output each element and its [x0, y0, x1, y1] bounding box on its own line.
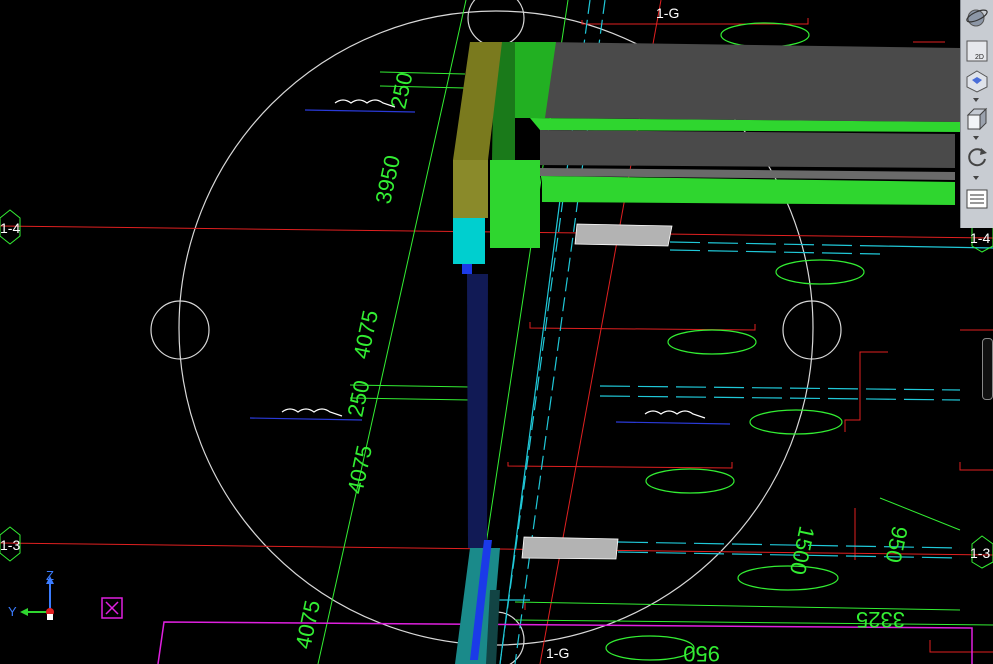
- plate-lower[interactable]: [521, 536, 619, 560]
- dim-3950: 3950: [370, 153, 405, 206]
- ucs-z-label: Z: [46, 568, 54, 583]
- box-view-button[interactable]: [964, 106, 990, 132]
- properties-button[interactable]: [964, 186, 990, 212]
- grid-bubble-1-3-right[interactable]: 1-3: [970, 535, 993, 569]
- selection-marker[interactable]: [101, 597, 123, 619]
- dim-950-bottom: 950: [683, 641, 720, 664]
- dim-950-right: 950: [880, 524, 912, 565]
- box-view-icon: [966, 107, 988, 131]
- column-bottom[interactable]: [455, 540, 500, 664]
- dim-4075-bottom: 4075: [290, 598, 325, 651]
- grid-bubble-1-4-left[interactable]: 1-4: [0, 209, 21, 245]
- svg-text:1-4: 1-4: [0, 220, 20, 236]
- view-cube-button[interactable]: [964, 68, 990, 94]
- navigation-bar: 2D: [960, 0, 993, 228]
- grid-bubble-1-3-left[interactable]: 1-3: [0, 526, 21, 562]
- svg-text:1-3: 1-3: [0, 537, 20, 553]
- svg-text:1-4: 1-4: [970, 230, 990, 246]
- rotate-button[interactable]: [964, 144, 990, 170]
- grid-label-1-g-top[interactable]: 1-G: [656, 5, 679, 21]
- steering-top-node[interactable]: [467, 0, 525, 47]
- dim-4075-mid: 4075: [348, 308, 383, 361]
- ucs-y-label: Y: [8, 604, 17, 619]
- view-cube-icon: [966, 70, 988, 93]
- dim-1500: 1500: [785, 524, 820, 577]
- rotate-icon: [968, 148, 987, 167]
- orbit-button[interactable]: [964, 4, 990, 30]
- dim-3325: 3325: [856, 607, 905, 632]
- orbit-icon: [966, 9, 988, 27]
- model-viewport[interactable]: 1-4 1-4 1-3 1-3 1-G 1-G 250 3950 4075 25…: [0, 0, 993, 664]
- ucs-axes-icon: Z Y: [6, 568, 66, 624]
- beam-top[interactable]: [490, 42, 960, 248]
- svg-text:1-3: 1-3: [970, 545, 990, 561]
- zoom-slider[interactable]: [982, 338, 993, 400]
- grid-label-1-g-bottom[interactable]: 1-G: [546, 645, 569, 661]
- 2d-view-button[interactable]: 2D: [964, 38, 990, 64]
- svg-text:2D: 2D: [975, 54, 984, 61]
- 2d-view-icon: 2D: [966, 40, 988, 62]
- dim-4075-low: 4075: [342, 443, 377, 496]
- dim-250-top: 250: [385, 70, 417, 111]
- plate-upper[interactable]: [574, 223, 673, 247]
- properties-icon: [966, 189, 988, 209]
- dim-250-mid: 250: [342, 378, 374, 419]
